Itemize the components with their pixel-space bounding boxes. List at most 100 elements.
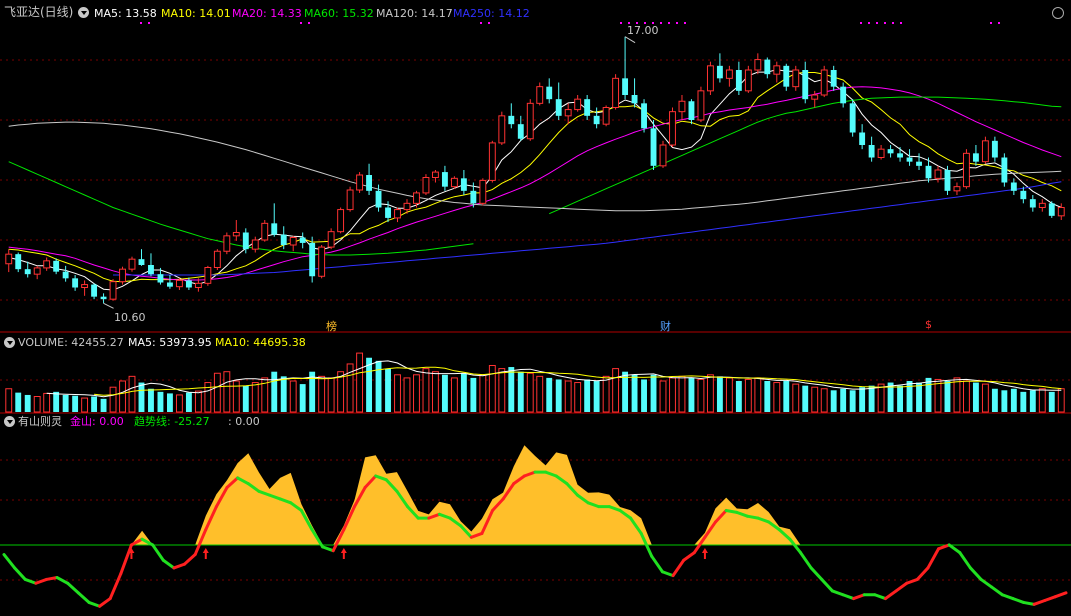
trend-line-segment bbox=[98, 597, 112, 608]
ma120-label: MA120: 14.17 bbox=[376, 7, 453, 20]
volume-bar bbox=[24, 394, 31, 412]
window-control-icon[interactable] bbox=[1052, 7, 1064, 19]
trend-line-segment bbox=[894, 581, 909, 593]
chevron-down-icon[interactable] bbox=[4, 337, 15, 348]
volume-collapse[interactable] bbox=[4, 336, 18, 349]
candle-body bbox=[148, 265, 154, 275]
candle-body bbox=[877, 148, 885, 159]
volume-bar bbox=[868, 385, 875, 412]
candle-body bbox=[716, 65, 723, 79]
candle-body bbox=[962, 152, 970, 188]
signal-dot bbox=[900, 22, 902, 24]
signal-dot bbox=[998, 22, 1000, 24]
signal-dot bbox=[488, 22, 490, 24]
ma250-label: MA250: 14.12 bbox=[453, 7, 530, 20]
volume-bar bbox=[394, 374, 401, 413]
trend-line-segment bbox=[841, 593, 856, 601]
volume-bar bbox=[119, 380, 126, 413]
stock-title: 飞亚达(日线) bbox=[4, 5, 74, 19]
candle-body bbox=[593, 115, 600, 125]
volume-bar bbox=[1038, 388, 1046, 413]
trend-line-segment bbox=[724, 508, 739, 514]
extra-label: : 0.00 bbox=[228, 415, 260, 428]
volume-bar bbox=[470, 377, 477, 412]
chevron-down-icon[interactable] bbox=[4, 416, 15, 427]
volume-bar bbox=[81, 397, 89, 413]
signal-dot bbox=[860, 22, 862, 24]
candle-body bbox=[81, 284, 89, 289]
volume-bar bbox=[100, 398, 107, 412]
volume-bar bbox=[1057, 388, 1065, 413]
high-pointer bbox=[624, 36, 636, 44]
volume-bar bbox=[327, 377, 335, 413]
candle-body bbox=[555, 99, 562, 116]
chevron-down-icon[interactable] bbox=[78, 7, 89, 18]
trend-line-segment bbox=[183, 553, 197, 566]
candle-body bbox=[337, 209, 345, 233]
event-mark-dollar[interactable]: $ bbox=[925, 318, 932, 331]
signal-dot bbox=[884, 22, 886, 24]
candle-body bbox=[631, 95, 638, 104]
candle-body bbox=[185, 280, 192, 288]
volume-bar bbox=[536, 375, 544, 413]
volume-ma5-label: MA5: 53973.95 bbox=[128, 336, 212, 349]
trend-line-segment bbox=[1022, 600, 1036, 606]
collapse-toggle[interactable] bbox=[78, 6, 92, 19]
indicator-collapse[interactable] bbox=[4, 415, 18, 428]
candle-body bbox=[830, 70, 837, 87]
candle-body bbox=[1010, 182, 1017, 191]
volume-bar bbox=[375, 360, 382, 412]
volume-bar bbox=[450, 377, 458, 413]
signal-dot bbox=[676, 22, 678, 24]
candle-body bbox=[659, 144, 667, 167]
trend-line-segment bbox=[321, 545, 335, 553]
volume-bar bbox=[944, 381, 951, 412]
trend-line-segment bbox=[108, 572, 123, 601]
trend-line-segment bbox=[682, 551, 696, 562]
trend-line-segment bbox=[852, 593, 866, 601]
candle-body bbox=[802, 70, 809, 100]
candle-body bbox=[251, 239, 259, 250]
volume-bar bbox=[15, 392, 22, 412]
signal-dot bbox=[876, 22, 878, 24]
candle-body bbox=[175, 279, 183, 288]
ma10-label: MA10: 14.01 bbox=[161, 7, 231, 20]
trend-line-segment bbox=[947, 543, 962, 555]
candle-body bbox=[109, 281, 117, 300]
candle-body bbox=[403, 202, 411, 211]
event-mark-cai[interactable]: 财 bbox=[660, 318, 671, 334]
candle-body bbox=[91, 284, 98, 297]
candle-body bbox=[725, 69, 733, 79]
low-price-label: 10.60 bbox=[114, 311, 146, 324]
volume-bar bbox=[953, 377, 961, 413]
candle-body bbox=[744, 69, 752, 92]
candle-body bbox=[375, 190, 382, 208]
candle-body bbox=[526, 102, 534, 140]
trend-line-segment bbox=[799, 551, 813, 570]
signal-dot bbox=[990, 22, 992, 24]
volume-bar bbox=[650, 374, 657, 412]
trend-line-segment bbox=[745, 514, 760, 520]
candle-body bbox=[204, 267, 212, 284]
volume-bar bbox=[669, 377, 676, 413]
low-pointer bbox=[103, 302, 114, 309]
volume-bar bbox=[194, 390, 202, 413]
volume-bar bbox=[564, 380, 572, 413]
candle-body bbox=[859, 132, 866, 145]
candle-body bbox=[242, 232, 249, 250]
volume-bar bbox=[991, 388, 998, 412]
trend-line-segment bbox=[990, 585, 1004, 597]
trend-line-segment bbox=[671, 558, 686, 578]
trend-line-segment bbox=[968, 566, 983, 581]
candle-body bbox=[470, 190, 477, 204]
volume-bar bbox=[488, 365, 496, 413]
event-mark-bang[interactable]: 榜 bbox=[326, 318, 337, 334]
volume-bar bbox=[546, 377, 553, 412]
candle-body bbox=[897, 153, 904, 158]
candle-body bbox=[479, 179, 487, 204]
volume-bar bbox=[175, 394, 183, 413]
ma-line-ma120 bbox=[8, 121, 1062, 212]
volume-bar bbox=[403, 377, 411, 413]
trend-line-segment bbox=[650, 554, 664, 574]
candle-body bbox=[261, 222, 269, 241]
